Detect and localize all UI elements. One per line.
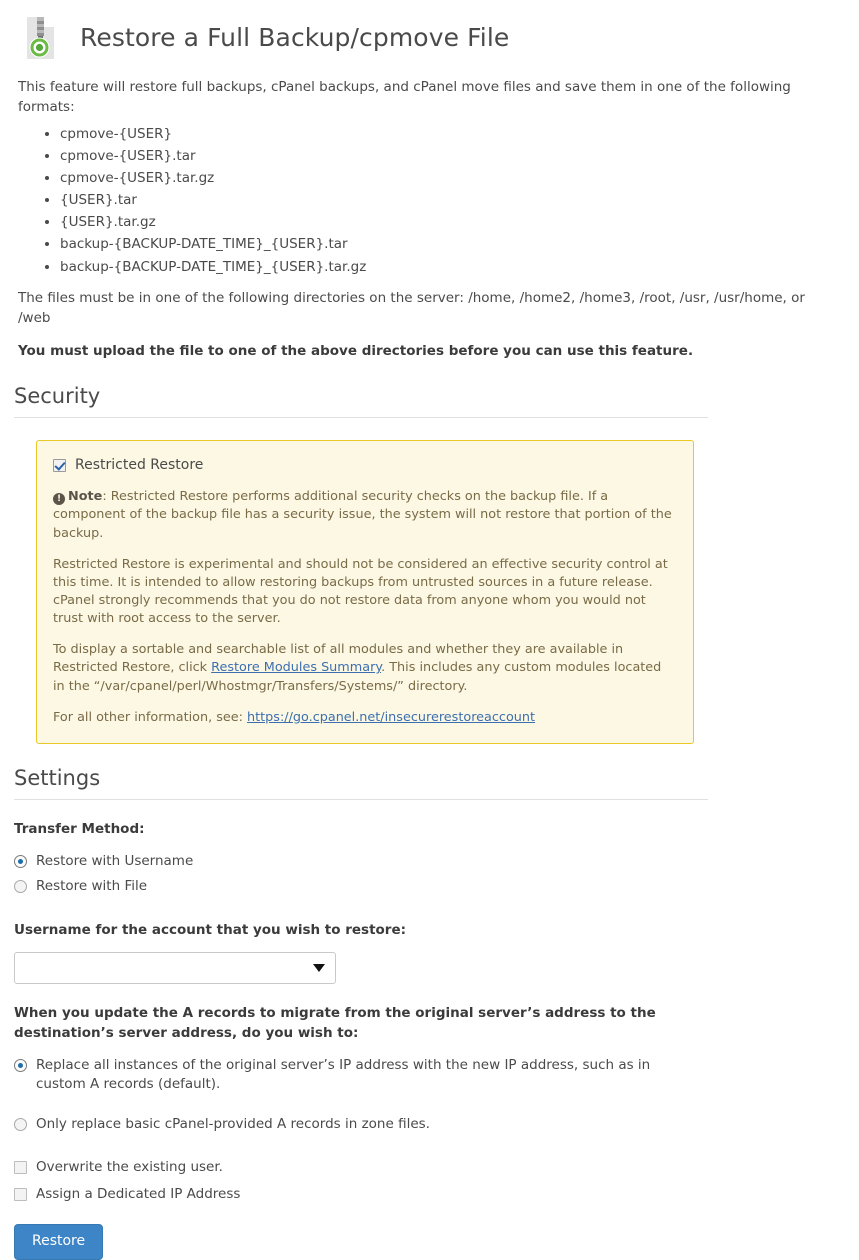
directories-text: The files must be in one of the followin… [18, 290, 805, 326]
a-records-option-replace-all[interactable]: Replace all instances of the original se… [14, 1056, 714, 1095]
restore-modules-summary-link[interactable]: Restore Modules Summary [211, 660, 381, 675]
radio-label-only-replace-basic: Only replace basic cPanel-provided A rec… [36, 1115, 430, 1132]
radio-label-restore-with-username: Restore with Username [36, 852, 194, 869]
checkbox-label-assign-dedicated-ip: Assign a Dedicated IP Address [36, 1185, 241, 1202]
list-item: backup-{BACKUP-DATE_TIME}_{USER}.tar.gz [60, 258, 841, 278]
experimental-paragraph: Restricted Restore is experimental and s… [53, 556, 668, 627]
restricted-restore-label: Restricted Restore [75, 456, 204, 473]
settings-section: Settings [14, 766, 708, 801]
list-item: cpmove-{USER} [60, 125, 841, 145]
list-item: cpmove-{USER}.tar [60, 147, 841, 167]
username-field-label: Username for the account that you wish t… [14, 921, 407, 938]
page-header: Restore a Full Backup/cpmove File [0, 0, 859, 62]
a-records-label: When you update the A records to migrate… [14, 1005, 656, 1041]
intro-lead-text: This feature will restore full backups, … [18, 79, 791, 115]
checkbox-overwrite-existing-user[interactable] [14, 1161, 27, 1175]
a-records-option-basic-only[interactable]: Only replace basic cPanel-provided A rec… [14, 1115, 714, 1135]
radio-replace-all-instances[interactable] [14, 1058, 27, 1072]
other-info-text-before: For all other information, see: [53, 709, 248, 725]
info-exclamation-icon: ! [53, 493, 65, 506]
username-select-wrapper[interactable] [14, 952, 336, 985]
list-item: backup-{BACKUP-DATE_TIME}_{USER}.tar [60, 235, 841, 255]
username-select[interactable] [14, 952, 336, 985]
restricted-restore-checkbox[interactable] [53, 458, 66, 472]
radio-label-restore-with-file: Restore with File [36, 878, 148, 895]
restricted-restore-checkbox-row[interactable]: Restricted Restore [53, 455, 677, 475]
list-item: {USER}.tar [60, 191, 841, 211]
security-section: Security [14, 384, 708, 418]
checkbox-assign-dedicated-ip[interactable] [14, 1188, 27, 1202]
overwrite-existing-user-row[interactable]: Overwrite the existing user. [14, 1158, 714, 1178]
settings-form: Transfer Method: Restore with Username R… [14, 820, 714, 1260]
transfer-method-label: Transfer Method: [14, 821, 145, 838]
settings-heading: Settings [14, 766, 708, 801]
transfer-method-option-file[interactable]: Restore with File [14, 877, 714, 897]
other-info-paragraph: For all other information, see: https://… [53, 709, 677, 727]
security-heading: Security [14, 384, 708, 418]
security-note-paragraph: ! Note: Restricted Restore performs addit… [53, 488, 677, 542]
insecure-restore-account-link[interactable]: https://go.cpanel.net/insecurerestoreacc… [247, 710, 535, 725]
radio-restore-with-file[interactable] [14, 880, 27, 894]
format-list: cpmove-{USER} cpmove-{USER}.tar cpmove-{… [18, 125, 841, 277]
list-item: {USER}.tar.gz [60, 213, 841, 233]
transfer-method-option-username[interactable]: Restore with Username [14, 852, 714, 872]
assign-dedicated-ip-row[interactable]: Assign a Dedicated IP Address [14, 1185, 714, 1205]
restricted-restore-alert: Restricted Restore ! Note: Restricted Res… [36, 439, 694, 744]
intro-section: This feature will restore full backups, … [0, 78, 859, 362]
zip-file-restore-icon [18, 14, 66, 62]
page-title: Restore a Full Backup/cpmove File [80, 23, 510, 53]
list-item: cpmove-{USER}.tar.gz [60, 169, 841, 189]
restore-button[interactable]: Restore [14, 1224, 104, 1260]
checkbox-label-overwrite-existing-user: Overwrite the existing user. [36, 1159, 223, 1176]
radio-label-replace-all-instances: Replace all instances of the original se… [36, 1056, 651, 1093]
note-body-text: : Restricted Restore performs additional… [53, 489, 672, 541]
radio-only-replace-basic[interactable] [14, 1117, 27, 1131]
must-upload-notice: You must upload the file to one of the a… [18, 343, 694, 360]
radio-restore-with-username[interactable] [14, 854, 27, 868]
note-prefix-label: Note [68, 489, 103, 505]
modules-paragraph: To display a sortable and searchable lis… [53, 641, 677, 695]
